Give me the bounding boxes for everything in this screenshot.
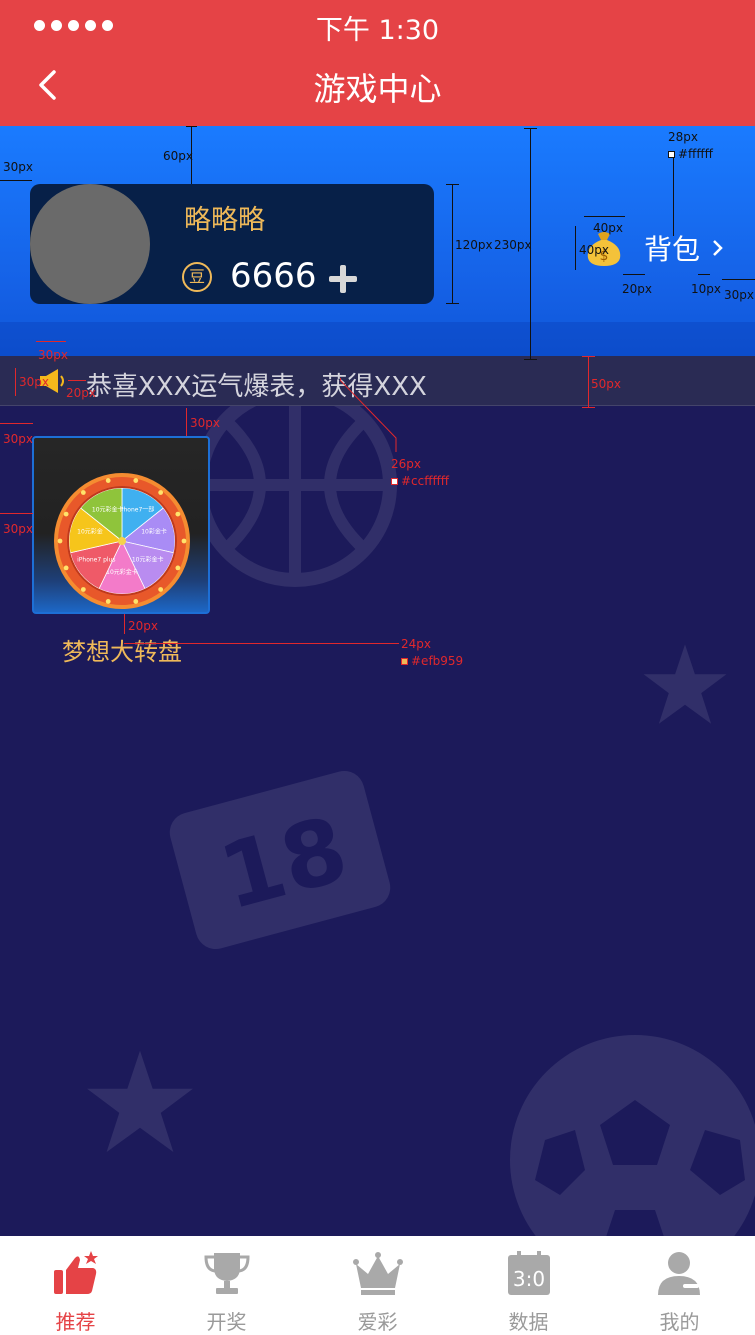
annotation: 20px xyxy=(66,386,96,400)
user-header: 略略略 豆 6666 $ 背包 xyxy=(0,126,755,356)
annotation: 26px xyxy=(391,457,421,471)
annotation: 60px xyxy=(163,149,193,163)
username: 略略略 xyxy=(184,205,265,236)
top-bar: 下午 1:30 游戏中心 xyxy=(0,0,755,126)
wheel-slice-label: iPhone7一部 xyxy=(118,505,154,513)
wheel-bulb xyxy=(63,565,69,571)
soccer-ball-decoration xyxy=(510,1035,755,1240)
thumbs-up-icon xyxy=(53,1251,98,1294)
wheel-slice-label: 10元彩金 xyxy=(77,528,103,536)
status-bar: 下午 1:30 xyxy=(0,0,755,52)
annotation: 230px xyxy=(494,238,532,252)
tab-label: 我的 xyxy=(659,1310,700,1334)
calendar-decoration: 18 xyxy=(169,770,391,950)
wheel-bulb xyxy=(105,478,111,483)
page-title: 游戏中心 xyxy=(313,70,442,108)
wheel-bulb xyxy=(158,587,164,592)
wheel-bulb xyxy=(175,511,181,517)
tab-label: 推荐 xyxy=(55,1310,96,1334)
annotation: 30px xyxy=(3,432,33,446)
wheel-bulb xyxy=(105,599,111,604)
annotation: 40px xyxy=(579,243,609,257)
wheel-bulb xyxy=(133,478,139,483)
annotation: 30px xyxy=(19,375,49,389)
tab-draw[interactable]: 开奖 xyxy=(151,1236,302,1335)
avatar[interactable] xyxy=(30,184,150,304)
tab-bar: 推荐 开奖 爱彩 3:0 数据 我的 xyxy=(0,1236,755,1335)
annotation: 20px xyxy=(622,282,652,296)
tab-mine[interactable]: 我的 xyxy=(604,1236,755,1335)
annotation: 28px xyxy=(668,130,698,144)
annotation: 20px xyxy=(128,619,158,633)
tab-love-lottery[interactable]: 爱彩 xyxy=(302,1236,453,1335)
user-icon xyxy=(657,1252,700,1295)
wheel-slice-label: 10彩金卡 xyxy=(141,528,167,536)
coin-balance: 6666 xyxy=(230,256,317,296)
scoreboard-icon: 3:0 xyxy=(507,1251,550,1295)
wheel-bulb xyxy=(80,490,86,495)
annotation: 30px xyxy=(724,288,754,302)
annotation: 30px xyxy=(3,160,33,174)
annotation: 24px xyxy=(401,637,431,651)
wheel-slice-label: 10元彩金卡 xyxy=(132,555,164,563)
wheel-bulb xyxy=(80,587,86,592)
wheel-bulb xyxy=(57,538,63,544)
coin-icon: 豆 xyxy=(182,262,212,292)
tab-label: 开奖 xyxy=(206,1310,247,1334)
status-time: 下午 1:30 xyxy=(315,15,440,46)
annotation: #ffffff xyxy=(668,147,713,161)
wheel-slice-label: 10元彩金卡 xyxy=(92,505,124,513)
wheel-bulb xyxy=(175,565,181,571)
wheel-bulb xyxy=(158,490,164,495)
star-decoration-2 xyxy=(87,1050,193,1152)
tab-recommend[interactable]: 推荐 xyxy=(0,1236,151,1335)
user-card: 略略略 豆 6666 xyxy=(30,184,434,304)
star-decoration xyxy=(643,644,727,724)
svg-text:3:0: 3:0 xyxy=(512,1267,544,1291)
prize-wheel-icon: iPhone7一部 10彩金卡 10元彩金卡 10元彩金卡 iPhone7 plus 10… xyxy=(54,473,190,609)
annotation: 40px xyxy=(593,221,623,235)
game-tile-prize-wheel[interactable]: iPhone7一部 10彩金卡 10元彩金卡 10元彩金卡 iPhone7 plus 10… xyxy=(32,436,210,614)
annotation: #efb959 xyxy=(401,654,463,668)
annotation: 30px xyxy=(38,348,68,362)
tab-data[interactable]: 3:0 数据 xyxy=(453,1236,604,1335)
wheel-slice-label: 10元彩金卡 xyxy=(106,568,138,576)
game-name: 梦想大转盘 xyxy=(62,638,182,666)
tab-label: 数据 xyxy=(508,1310,549,1334)
crown-icon xyxy=(352,1252,403,1295)
annotation: #ccffffff xyxy=(391,474,449,488)
annotation: 30px xyxy=(3,522,33,536)
wheel-bulb xyxy=(133,599,139,604)
annotation: 50px xyxy=(591,377,621,391)
annotation: 30px xyxy=(190,416,220,430)
chevron-right-icon xyxy=(713,240,723,256)
annotation: 120px xyxy=(455,238,493,252)
annotation: 10px xyxy=(691,282,721,296)
wheel-slice-label: iPhone7 plus xyxy=(77,556,115,563)
add-coins-button[interactable] xyxy=(328,264,358,294)
wheel-bulb xyxy=(181,538,187,544)
wheel-bulb xyxy=(63,511,69,517)
tab-label: 爱彩 xyxy=(357,1310,398,1334)
bag-label: 背包 xyxy=(644,233,701,266)
trophy-icon xyxy=(203,1253,250,1294)
